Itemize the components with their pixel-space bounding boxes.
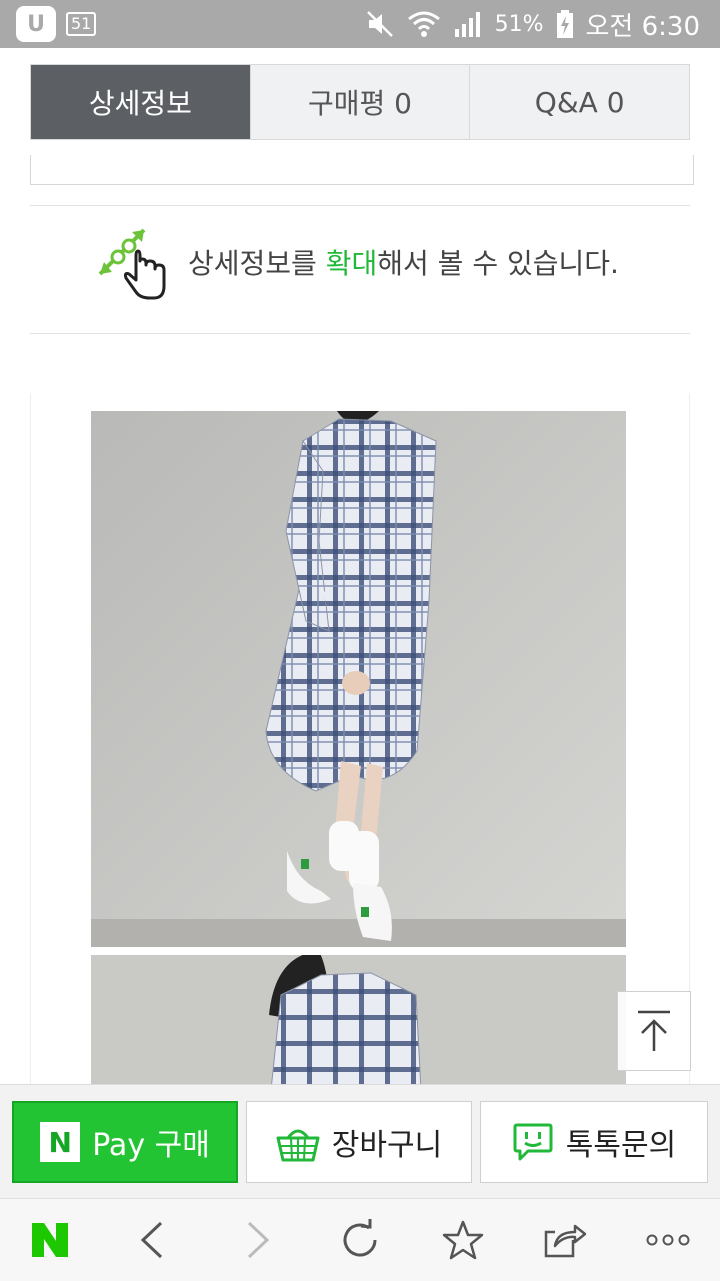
share-icon [544,1224,587,1258]
pinch-zoom-hand-icon [98,228,166,300]
talktalk-chat-icon [513,1123,553,1161]
arrow-up-to-top-icon [638,1010,670,1051]
tab-qna[interactable]: Q&A 0 [469,65,690,139]
signal-icon [454,12,480,37]
forward-button[interactable] [218,1199,298,1281]
bookmark-star-icon [442,1220,484,1260]
zoom-notice-highlight: 확대 [325,247,378,280]
divider [30,333,690,334]
bookmark-button[interactable] [423,1199,503,1281]
wifi-icon [407,11,440,37]
naver-pay-buy-button[interactable]: N Pay 구매 [12,1101,238,1183]
network-badge: 51 [66,12,97,36]
battery-percent: 51% [494,11,544,37]
previous-section-box [30,155,694,185]
naver-pay-label: Pay 구매 [92,1128,210,1163]
naver-logo-icon [32,1223,68,1257]
back-icon [140,1221,163,1259]
product-photo-1[interactable] [91,411,626,947]
product-photo-2[interactable] [91,955,626,1090]
naver-pay-logo: N [40,1122,81,1162]
share-button[interactable] [525,1199,605,1281]
divider [30,205,690,206]
purchase-bar: N Pay 구매 장바구니 톡톡문의 [0,1084,720,1199]
more-icon [646,1234,690,1246]
browser-nav-bar [0,1198,720,1281]
zoom-notice-text: 상세정보를 확대해서 볼 수 있습니다. [188,242,619,282]
detail-tabs: 상세정보 구매평 0 Q&A 0 [30,64,690,140]
cart-label: 장바구니 [331,1128,443,1163]
talktalk-inquiry-button[interactable]: 톡톡문의 [480,1101,708,1183]
more-menu-button[interactable] [628,1199,708,1281]
talktalk-label: 톡톡문의 [565,1128,677,1163]
refresh-icon [343,1219,377,1257]
battery-charging-icon [556,10,573,38]
zoom-notice: 상세정보를 확대해서 볼 수 있습니다. [96,222,619,302]
zoom-notice-prefix: 상세정보를 [188,247,326,280]
tab-details[interactable]: 상세정보 [31,65,250,139]
carrier-icon: U [16,6,56,42]
clock: 오전 6:30 [585,11,701,42]
scroll-to-top-button[interactable] [617,991,691,1071]
back-button[interactable] [112,1199,192,1281]
mute-icon [366,11,393,37]
status-bar: U 51 51% 오전 6:30 [0,0,720,48]
naver-home-button[interactable] [10,1199,90,1281]
basket-icon [276,1129,320,1162]
refresh-button[interactable] [320,1199,400,1281]
tab-reviews[interactable]: 구매평 0 [249,65,470,139]
forward-icon [247,1221,270,1259]
zoom-notice-suffix: 해서 볼 수 있습니다. [377,247,619,280]
cart-button[interactable]: 장바구니 [246,1101,472,1183]
